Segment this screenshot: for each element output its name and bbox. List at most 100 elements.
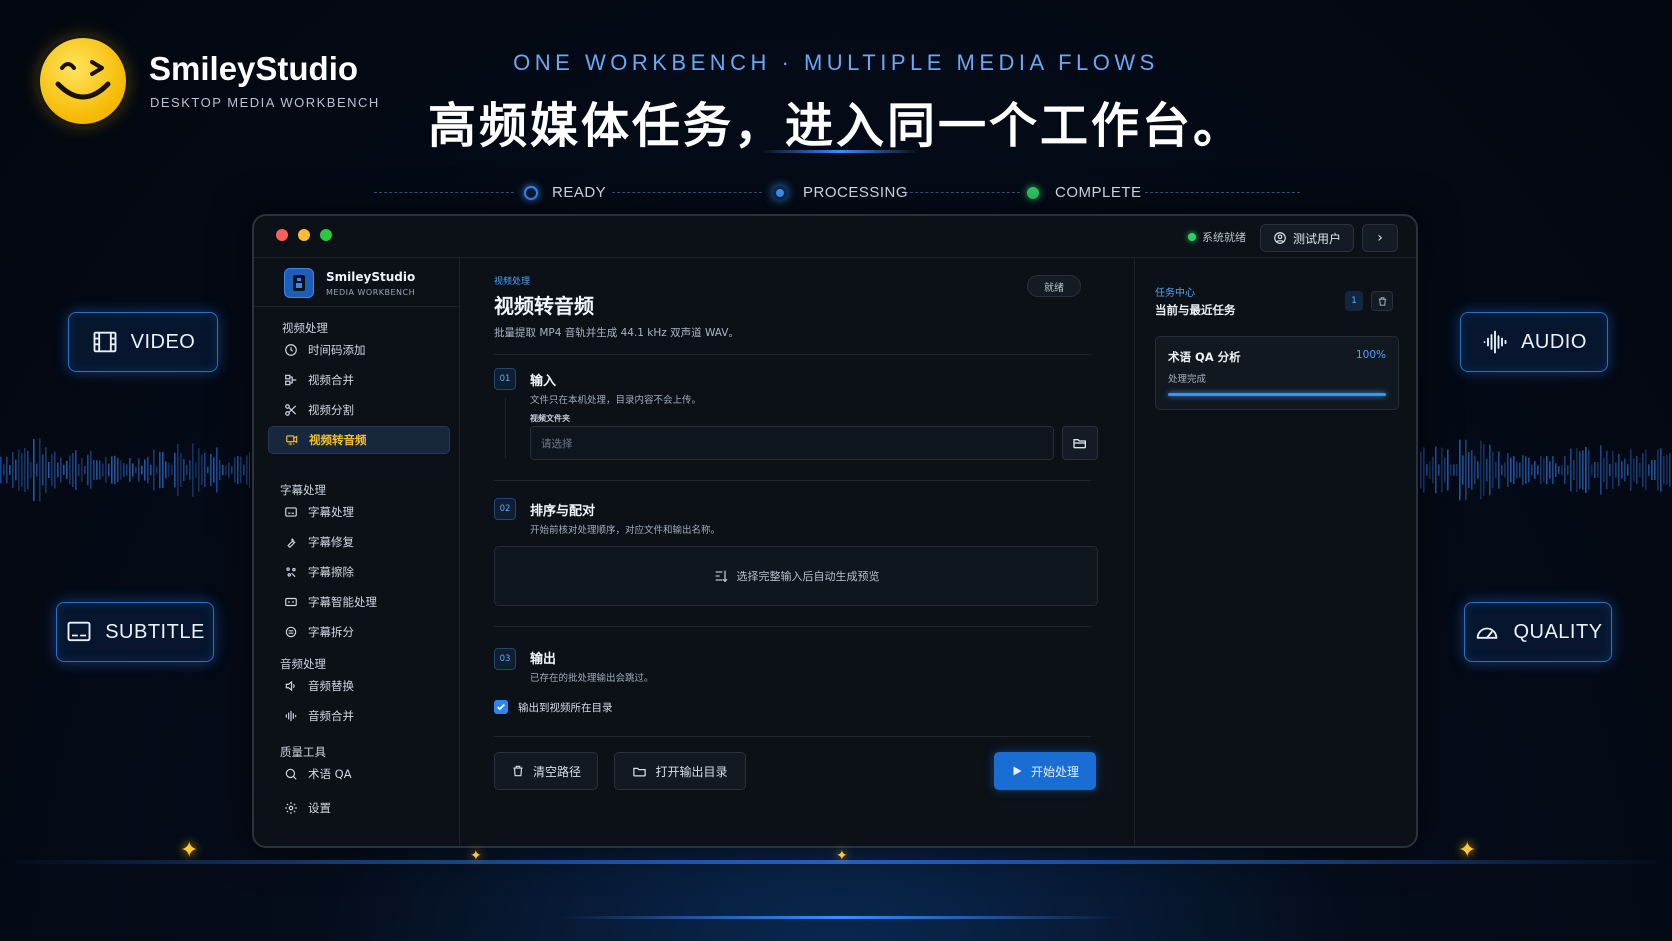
- sidebar-item-video-split[interactable]: 视频分割: [268, 396, 450, 424]
- minimize-window-button[interactable]: [298, 229, 310, 241]
- sidebar-item-label: 视频合并: [308, 373, 354, 387]
- sidebar-app-name: SmileyStudio: [326, 270, 416, 284]
- step-description: 文件只在本机处理，目录内容不会上传。: [530, 395, 702, 406]
- sidebar-item-label: 字幕处理: [308, 505, 354, 519]
- check-icon: [497, 703, 505, 711]
- flow-line: [612, 192, 762, 193]
- step-description: 开始前核对处理顺序，对应文件和输出名称。: [530, 525, 721, 536]
- step-title: 输出: [530, 652, 557, 667]
- breadcrumb: 视频处理: [494, 277, 531, 287]
- preview-placeholder: 选择完整输入后自动生成预览: [736, 570, 880, 583]
- sidebar-item-label: 视频转音频: [309, 433, 367, 447]
- group-subtitle: 字幕处理: [280, 483, 326, 497]
- sidebar-item-subtitle-repair[interactable]: 字幕修复: [268, 528, 450, 556]
- sidebar-item-subtitle-smart[interactable]: 字幕智能处理: [268, 588, 450, 616]
- chevron-right-button[interactable]: ›: [1362, 224, 1398, 252]
- task-count-badge: 1: [1345, 291, 1363, 311]
- task-center-panel: 任务中心 当前与最近任务 1 术语 QA 分析 100% 处理完成: [1134, 258, 1416, 846]
- sidebar-item-timecode[interactable]: 时间码添加: [268, 336, 450, 364]
- clear-path-label: 清空路径: [532, 764, 581, 779]
- sidebar-item-audio-replace[interactable]: 音频替换: [268, 672, 450, 700]
- open-output-label: 打开输出目录: [655, 764, 728, 779]
- clear-path-button[interactable]: 清空路径: [494, 752, 598, 790]
- sparkle-icon: ✦: [1458, 838, 1477, 863]
- sparkle-icon: ✦: [470, 848, 482, 864]
- system-status-label: 系统就绪: [1202, 231, 1246, 244]
- task-progress-fill: [1168, 393, 1386, 396]
- step-description: 已存在的批处理输出会跳过。: [530, 673, 654, 684]
- task-progress-bar: [1168, 393, 1386, 396]
- folder-icon: [633, 767, 647, 776]
- badge-video-label: VIDEO: [130, 330, 196, 353]
- subtitle-screen-icon: [67, 621, 91, 642]
- waveform-right: [1420, 439, 1671, 501]
- start-process-button[interactable]: 开始处理: [994, 752, 1096, 790]
- task-name: 术语 QA 分析: [1168, 350, 1241, 364]
- badge-subtitle: SUBTITLE: [56, 602, 214, 662]
- sidebar-item-label: 音频合并: [308, 709, 354, 723]
- open-output-button[interactable]: 打开输出目录: [614, 752, 746, 790]
- browse-folder-button[interactable]: [1062, 426, 1098, 460]
- sidebar-item-subtitle-split[interactable]: 字幕拆分: [268, 618, 450, 646]
- start-process-label: 开始处理: [1030, 764, 1079, 779]
- status-badge: 就绪: [1027, 275, 1081, 297]
- page-description: 批量提取 MP4 音轨并生成 44.1 kHz 双声道 WAV。: [494, 327, 739, 339]
- divider: [494, 354, 1091, 355]
- main-panel: 视频处理 视频转音频 批量提取 MP4 音轨并生成 44.1 kHz 双声道 W…: [460, 258, 1134, 846]
- maximize-window-button[interactable]: [320, 229, 332, 241]
- sidebar-item-term-qa[interactable]: 术语 QA: [268, 760, 450, 788]
- task-center-kicker: 任务中心: [1155, 288, 1195, 299]
- trash-icon: [513, 765, 523, 777]
- sparkle-icon: ✦: [836, 848, 848, 864]
- divider: [254, 306, 459, 307]
- step-number: 01: [494, 368, 516, 390]
- sidebar-item-settings[interactable]: 设置: [268, 794, 450, 822]
- speaker-icon: [285, 680, 295, 692]
- sidebar-item-label: 音频替换: [308, 679, 354, 693]
- waveform-left: [0, 438, 250, 502]
- sidebar-item-subtitle-erase[interactable]: 字幕擦除: [268, 558, 450, 586]
- sparkle-erase-icon: [286, 567, 296, 578]
- sidebar-item-video-to-audio[interactable]: 视频转音频: [268, 426, 450, 454]
- user-icon: [1274, 232, 1286, 244]
- audio-wave-icon: [1483, 330, 1507, 354]
- divider: [494, 736, 1091, 737]
- sidebar: SmileyStudio MEDIA WORKBENCH 视频处理 时间码添加 …: [254, 258, 460, 846]
- output-dir-checkbox[interactable]: [494, 700, 508, 714]
- video-folder-input[interactable]: 请选择: [530, 426, 1054, 460]
- page-title: 视频转音频: [494, 294, 594, 318]
- sidebar-item-subtitle-process[interactable]: 字幕处理: [268, 498, 450, 526]
- step-connector: [505, 398, 506, 458]
- search-icon: [285, 768, 297, 780]
- step-title: 输入: [530, 374, 557, 389]
- field-label: 视频文件夹: [530, 414, 570, 423]
- sidebar-item-audio-merge[interactable]: 音频合并: [268, 702, 450, 730]
- app-window: 系统就绪 测试用户 › SmileyStudio MEDIA WORKBENCH…: [252, 214, 1418, 848]
- badge-audio-label: AUDIO: [1521, 330, 1587, 353]
- processing-dot-icon: [773, 186, 787, 200]
- complete-dot-icon: [1027, 187, 1039, 199]
- close-window-button[interactable]: [276, 229, 288, 241]
- user-button[interactable]: 测试用户: [1260, 224, 1354, 252]
- trash-icon: [1378, 296, 1386, 306]
- sidebar-item-label: 术语 QA: [308, 767, 352, 781]
- subtitle-icon: [285, 507, 297, 517]
- play-icon: [1013, 766, 1022, 776]
- sidebar-item-label: 字幕擦除: [308, 565, 354, 579]
- clear-tasks-button[interactable]: [1371, 291, 1393, 311]
- sidebar-item-video-merge[interactable]: 视频合并: [268, 366, 450, 394]
- output-dir-label: 输出到视频所在目录: [518, 702, 613, 714]
- chevron-right-icon: ›: [1377, 230, 1383, 246]
- headline-glow: [760, 150, 920, 153]
- group-quality: 质量工具: [280, 745, 326, 759]
- floor-glow-center: [560, 916, 1120, 919]
- scissors-icon: [285, 404, 297, 416]
- group-video: 视频处理: [282, 321, 328, 335]
- clock-icon: [285, 344, 297, 356]
- waveform-icon: [285, 710, 297, 722]
- pairing-preview: 选择完整输入后自动生成预览: [494, 546, 1098, 606]
- list-sort-icon: [715, 570, 727, 583]
- task-card[interactable]: 术语 QA 分析 100% 处理完成: [1155, 336, 1399, 410]
- flow-line: [1145, 192, 1300, 193]
- system-status: 系统就绪: [1188, 229, 1246, 245]
